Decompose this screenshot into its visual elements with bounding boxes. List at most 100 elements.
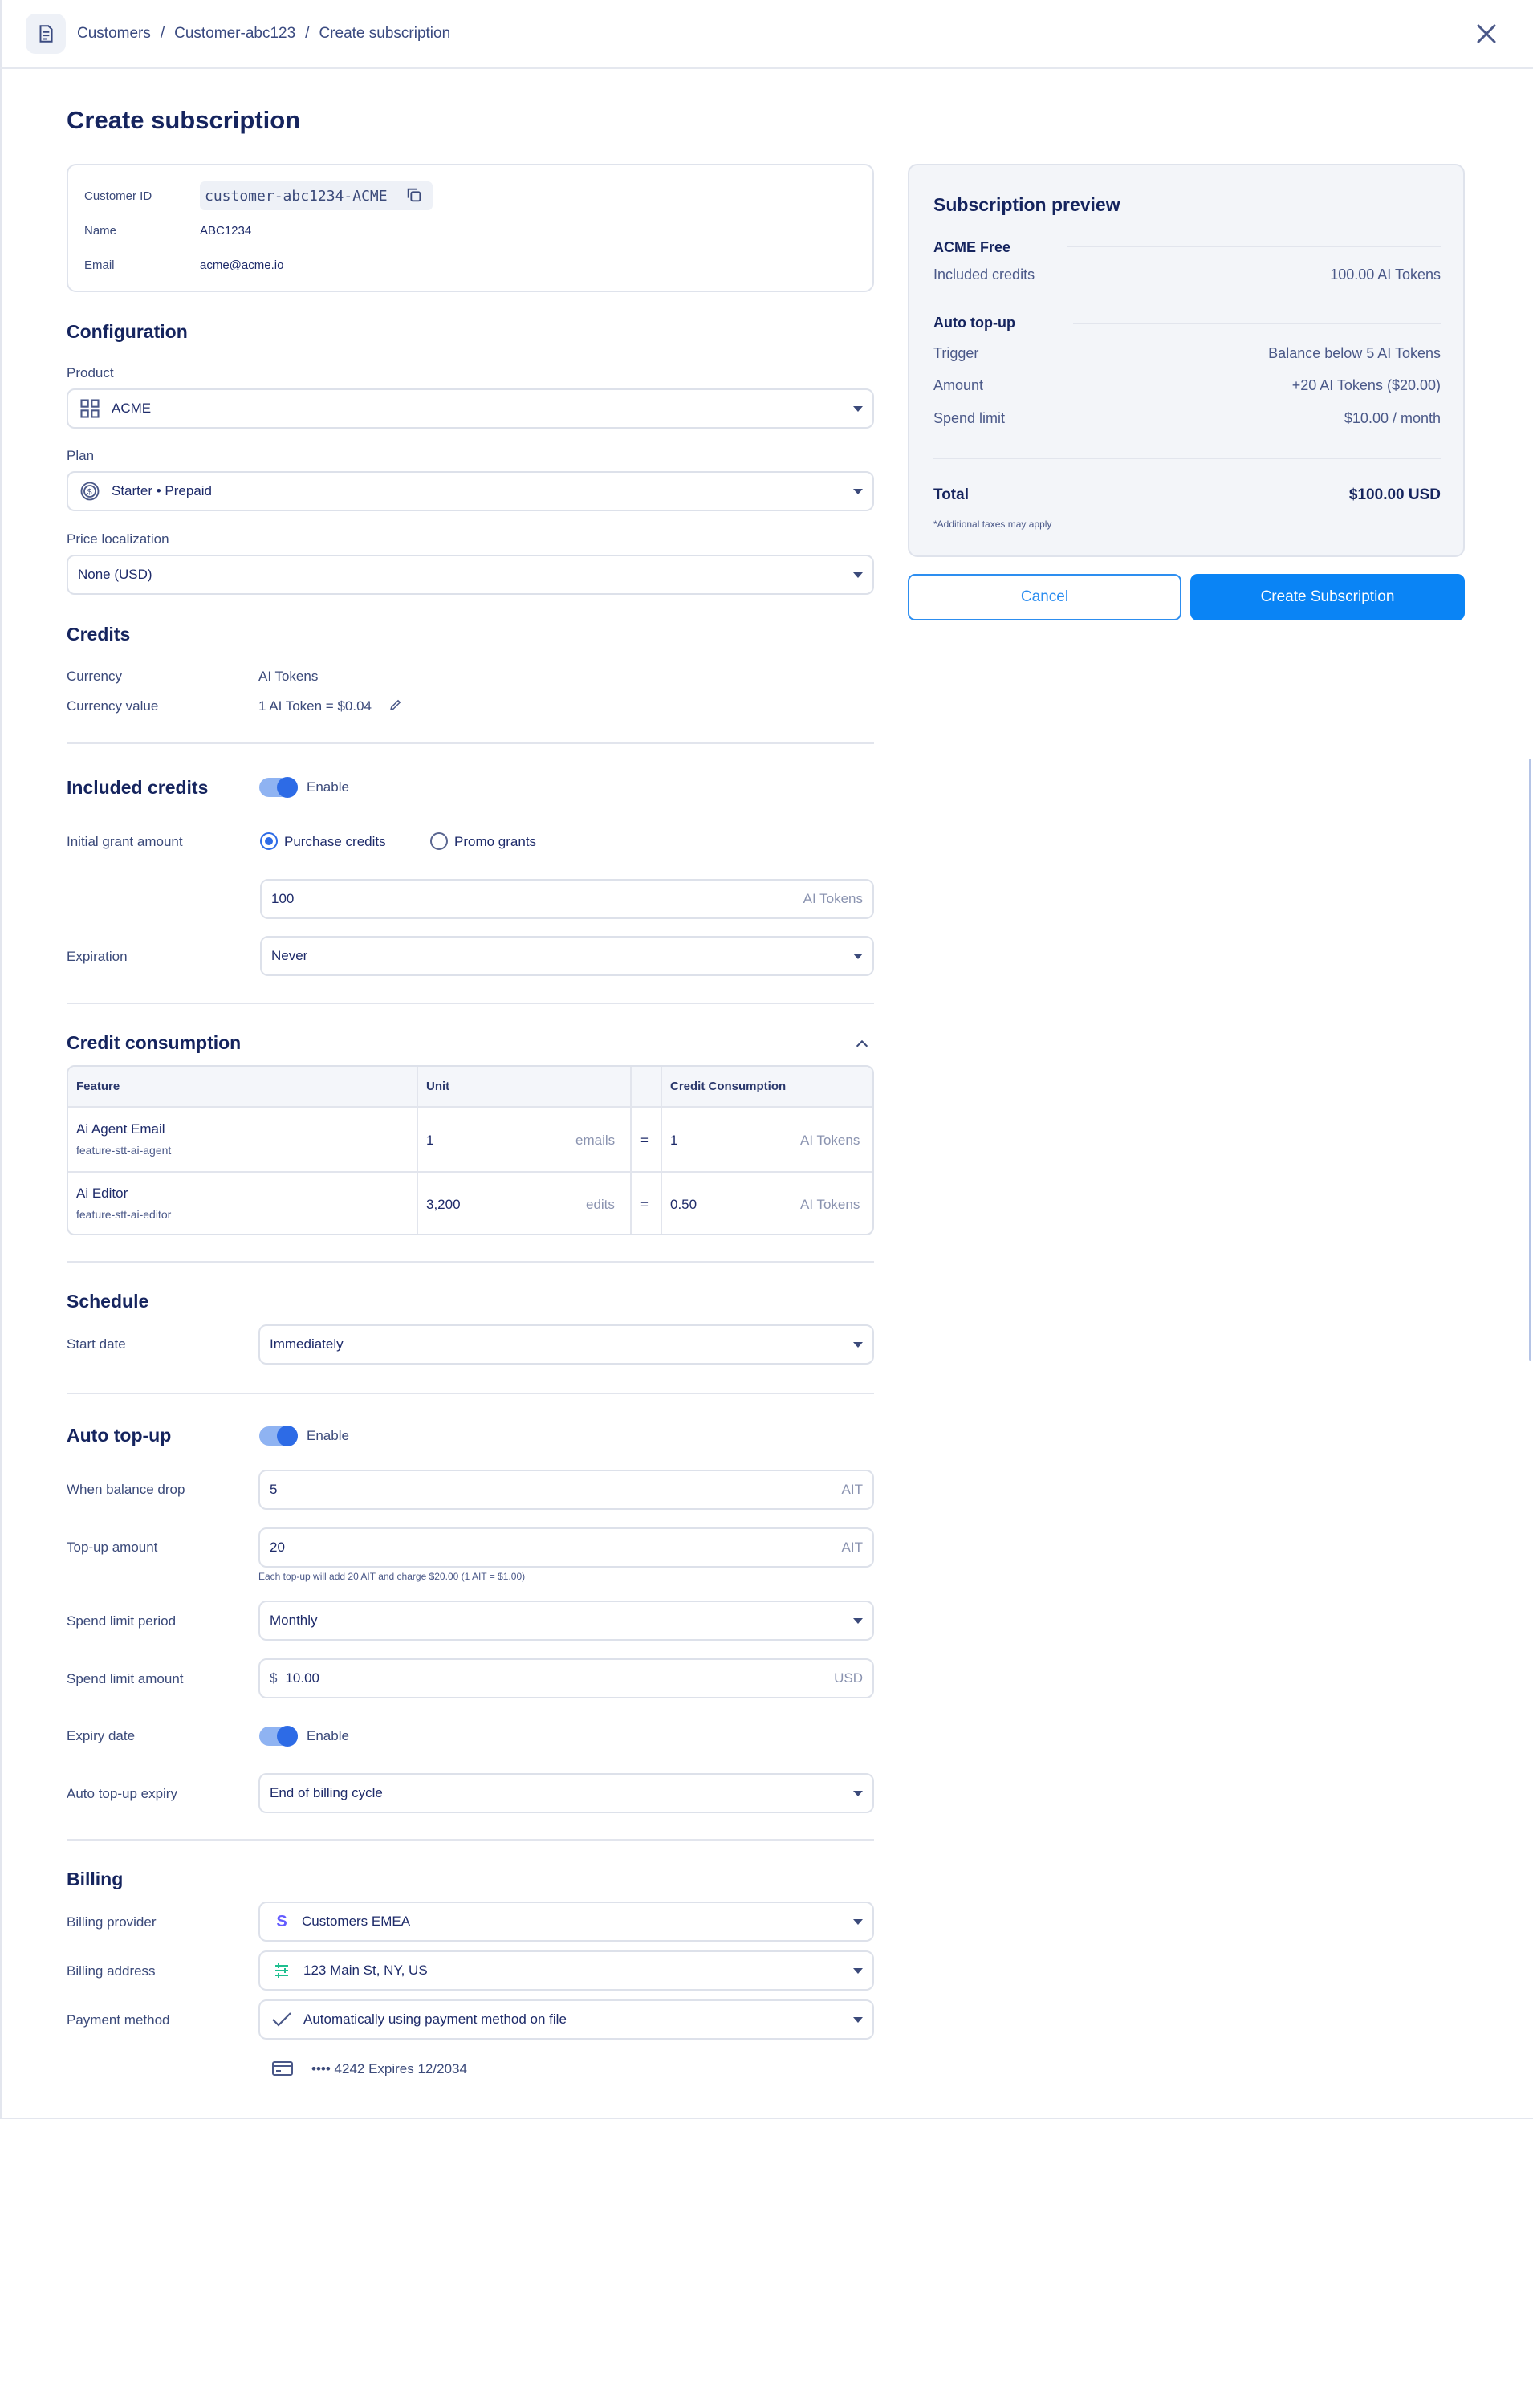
initial-grant-label: Initial grant amount <box>67 834 183 849</box>
cancel-button[interactable]: Cancel <box>908 574 1181 620</box>
unit-value[interactable]: 3,200 <box>426 1197 461 1213</box>
preview-total-label: Total <box>933 486 969 503</box>
divider <box>933 458 1441 459</box>
topup-amount-unit: AIT <box>841 1540 863 1555</box>
breadcrumb-customer[interactable]: Customer-abc123 <box>174 25 295 43</box>
chevron-down-icon <box>853 1918 863 1925</box>
currency-value: AI Tokens <box>258 669 319 684</box>
document-icon[interactable] <box>26 14 66 54</box>
page-title: Create subscription <box>67 106 301 134</box>
balance-drop-value: 5 <box>270 1482 278 1497</box>
balance-drop-input[interactable]: 5 AIT <box>258 1470 874 1510</box>
scrollbar[interactable] <box>1529 759 1531 1361</box>
preview-row-amount: Amount +20 AI Tokens ($20.00) <box>933 377 1441 394</box>
start-date-select[interactable]: Immediately <box>258 1324 874 1365</box>
chevron-down-icon <box>853 1967 863 1974</box>
subscription-preview-panel: Subscription preview ACME Free Included … <box>908 164 1465 557</box>
billing-provider-select[interactable]: S Customers EMEA <box>258 1902 874 1942</box>
chevron-up-icon[interactable] <box>853 1035 871 1057</box>
credit-value[interactable]: 1 <box>670 1133 677 1149</box>
payment-method-value: Automatically using payment method on fi… <box>303 2011 567 2027</box>
purchase-credits-label: Purchase credits <box>284 834 386 849</box>
billing-provider-value: Customers EMEA <box>302 1914 411 1929</box>
grant-amount-value: 100 <box>271 891 295 906</box>
preview-included-label: Included credits <box>933 266 1035 283</box>
feature-key: feature-stt-ai-editor <box>76 1208 172 1221</box>
preview-limit-value: $10.00 / month <box>1344 410 1441 426</box>
billing-title: Billing <box>67 1869 124 1889</box>
expiry-date-toggle[interactable] <box>259 1726 298 1747</box>
auto-topup-toggle[interactable] <box>259 1426 298 1446</box>
currency-value-value: 1 AI Token = $0.04 <box>258 698 372 714</box>
preview-plan-heading: ACME Free <box>933 239 1011 255</box>
purchase-credits-radio[interactable] <box>260 832 278 850</box>
product-select[interactable]: ACME <box>67 388 874 429</box>
promo-grants-label: Promo grants <box>454 834 537 849</box>
grant-amount-unit: AI Tokens <box>803 891 863 906</box>
preview-row-included: Included credits 100.00 AI Tokens <box>933 266 1441 283</box>
header-unit: Unit <box>426 1080 450 1093</box>
unit-label: emails <box>575 1133 616 1148</box>
included-credits-toggle[interactable] <box>259 777 298 798</box>
breadcrumb-customers[interactable]: Customers <box>77 25 151 43</box>
spend-limit-amount-input[interactable]: $ 10.00 USD <box>258 1658 874 1698</box>
preview-trigger-value: Balance below 5 AI Tokens <box>1268 345 1441 361</box>
feature-name: Ai Agent Email <box>76 1121 165 1137</box>
table-header: Feature Unit Credit Consumption <box>68 1067 872 1108</box>
preview-amount-value: +20 AI Tokens ($20.00) <box>1291 377 1441 393</box>
billing-address-value: 123 Main St, NY, US <box>303 1963 428 1978</box>
row-divider <box>68 1171 872 1173</box>
preview-trigger-label: Trigger <box>933 345 979 361</box>
unit-label: edits <box>586 1197 615 1212</box>
divider <box>67 1393 874 1394</box>
breadcrumb-separator: / <box>160 25 165 42</box>
edit-pencil-icon[interactable] <box>388 698 403 716</box>
payment-method-label: Payment method <box>67 2012 170 2028</box>
preview-included-value: 100.00 AI Tokens <box>1330 266 1441 283</box>
credit-unit: AI Tokens <box>800 1133 860 1148</box>
price-localization-label: Price localization <box>67 531 169 547</box>
payment-method-select[interactable]: Automatically using payment method on fi… <box>258 1999 874 2040</box>
copy-icon[interactable] <box>405 186 423 208</box>
topup-expiry-label: Auto top-up expiry <box>67 1786 177 1801</box>
included-credits-title: Included credits <box>67 777 209 798</box>
topup-amount-input[interactable]: 20 AIT <box>258 1527 874 1568</box>
chevron-down-icon <box>853 405 863 412</box>
promo-grants-radio[interactable] <box>430 832 448 850</box>
equals-sign: = <box>640 1197 649 1212</box>
currency-value-label: Currency value <box>67 698 159 714</box>
spend-limit-period-value: Monthly <box>270 1613 318 1628</box>
grant-amount-input[interactable]: 100 AI Tokens <box>260 879 874 919</box>
topup-amount-label: Top-up amount <box>67 1540 158 1555</box>
expiry-date-toggle-label: Enable <box>307 1728 349 1743</box>
spend-limit-period-label: Spend limit period <box>67 1613 177 1629</box>
plan-label: Plan <box>67 448 95 463</box>
column-divider <box>630 1067 632 1234</box>
column-divider <box>661 1067 662 1234</box>
topup-amount-hint: Each top-up will add 20 AIT and charge $… <box>258 1571 526 1582</box>
balance-drop-label: When balance drop <box>67 1482 185 1497</box>
close-icon[interactable] <box>1474 21 1499 47</box>
preview-amount-label: Amount <box>933 377 984 393</box>
price-localization-value: None (USD) <box>78 567 152 582</box>
credit-value[interactable]: 0.50 <box>670 1197 697 1213</box>
plan-value: Starter • Prepaid <box>112 483 213 498</box>
dollar-coin-icon: $ <box>78 479 102 503</box>
check-icon <box>270 2007 294 2032</box>
preview-total-value: $100.00 USD <box>1348 486 1441 503</box>
svg-text:$: $ <box>87 487 92 497</box>
plan-select[interactable]: $ Starter • Prepaid <box>67 471 874 511</box>
configuration-title: Configuration <box>67 321 188 342</box>
price-localization-select[interactable]: None (USD) <box>67 555 874 595</box>
create-subscription-button[interactable]: Create Subscription <box>1190 574 1465 620</box>
customer-id-value: customer-abc1234-ACME <box>200 181 433 210</box>
spend-limit-period-select[interactable]: Monthly <box>258 1601 874 1641</box>
billing-address-select[interactable]: 123 Main St, NY, US <box>258 1950 874 1991</box>
topup-expiry-value: End of billing cycle <box>270 1785 383 1800</box>
topup-expiry-select[interactable]: End of billing cycle <box>258 1773 874 1813</box>
expiration-select[interactable]: Never <box>260 936 874 976</box>
divider <box>67 1003 874 1004</box>
breadcrumb-current: Create subscription <box>319 25 451 42</box>
unit-value[interactable]: 1 <box>426 1133 433 1149</box>
preview-row-spend-limit: Spend limit $10.00 / month <box>933 410 1441 427</box>
